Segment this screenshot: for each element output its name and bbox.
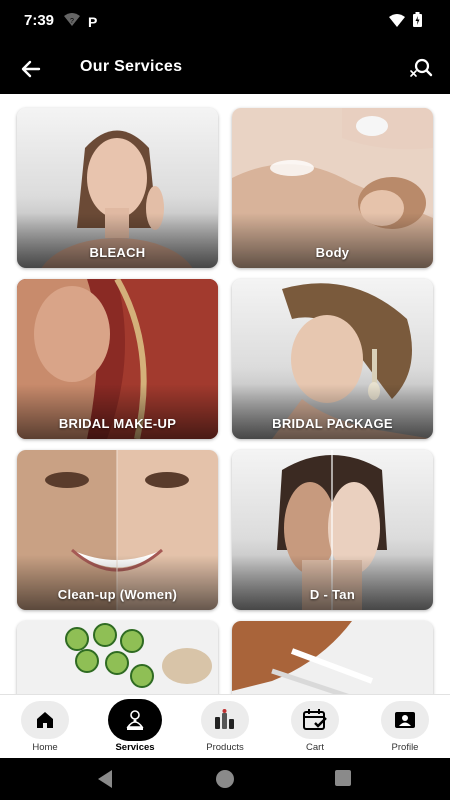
nav-label-services: Services xyxy=(115,742,155,753)
home-circle-icon[interactable] xyxy=(215,769,235,794)
search-button[interactable] xyxy=(408,56,434,82)
wifi-icon xyxy=(389,13,405,32)
service-card-dtan[interactable]: D - Tan xyxy=(232,450,433,610)
service-label: D - Tan xyxy=(309,587,356,602)
battery-icon xyxy=(413,12,422,32)
hair-coloring-image xyxy=(232,621,433,694)
nav-item-services[interactable]: Services xyxy=(95,695,175,759)
nav-label-home: Home xyxy=(32,742,58,753)
services-grid: BLEACH Body BRIDAL MAKE-UP BRIDAL PACKAG… xyxy=(17,108,433,694)
nav-item-cart[interactable]: Cart xyxy=(275,695,355,759)
status-badge: P xyxy=(88,13,98,30)
svg-text:?: ? xyxy=(70,18,74,25)
search-clear-icon xyxy=(410,58,433,77)
service-label: Body xyxy=(315,245,350,260)
status-left-icons: ? P xyxy=(64,12,97,31)
home-icon xyxy=(37,712,53,728)
back-triangle-icon[interactable] xyxy=(96,769,114,794)
status-time: 7:39 xyxy=(24,12,55,29)
nav-item-profile[interactable]: Profile xyxy=(365,695,445,759)
nav-item-products[interactable]: Products xyxy=(185,695,265,759)
cart-icon xyxy=(303,709,327,730)
arrow-left-icon xyxy=(21,60,41,78)
service-label: Clean-up (Women) xyxy=(57,587,178,602)
page-title: Our Services xyxy=(80,58,183,75)
services-content: BLEACH Body BRIDAL MAKE-UP BRIDAL PACKAG… xyxy=(0,94,450,694)
cucumber-image xyxy=(17,621,218,694)
service-card-bridal-package[interactable]: BRIDAL PACKAGE xyxy=(232,279,433,439)
nav-label-cart: Cart xyxy=(306,742,324,753)
bottom-nav: Home Services Products Cart Profile xyxy=(0,694,450,758)
service-label: BLEACH xyxy=(89,245,146,260)
status-right-icons xyxy=(389,12,422,32)
nav-label-profile: Profile xyxy=(391,742,419,753)
service-card-cucumber[interactable] xyxy=(17,621,218,694)
products-icon xyxy=(215,709,234,729)
service-card-body[interactable]: Body xyxy=(232,108,433,268)
service-card-cleanup[interactable]: Clean-up (Women) xyxy=(17,450,218,610)
service-card-bridal-makeup[interactable]: BRIDAL MAKE-UP xyxy=(17,279,218,439)
service-card-hair[interactable] xyxy=(232,621,433,694)
status-bar: 7:39 ? P xyxy=(0,0,450,42)
service-label: BRIDAL MAKE-UP xyxy=(58,416,177,431)
app-bar: Our Services xyxy=(0,42,450,94)
nav-label-products: Products xyxy=(206,742,244,753)
services-icon xyxy=(126,710,144,730)
service-label: BRIDAL PACKAGE xyxy=(272,416,393,431)
service-card-bleach[interactable]: BLEACH xyxy=(17,108,218,268)
back-button[interactable] xyxy=(18,56,44,82)
recents-square-icon[interactable] xyxy=(335,770,351,791)
system-nav xyxy=(0,758,450,800)
nav-item-home[interactable]: Home xyxy=(5,695,85,759)
wifi-question-icon: ? xyxy=(64,12,80,31)
profile-icon xyxy=(395,712,415,728)
